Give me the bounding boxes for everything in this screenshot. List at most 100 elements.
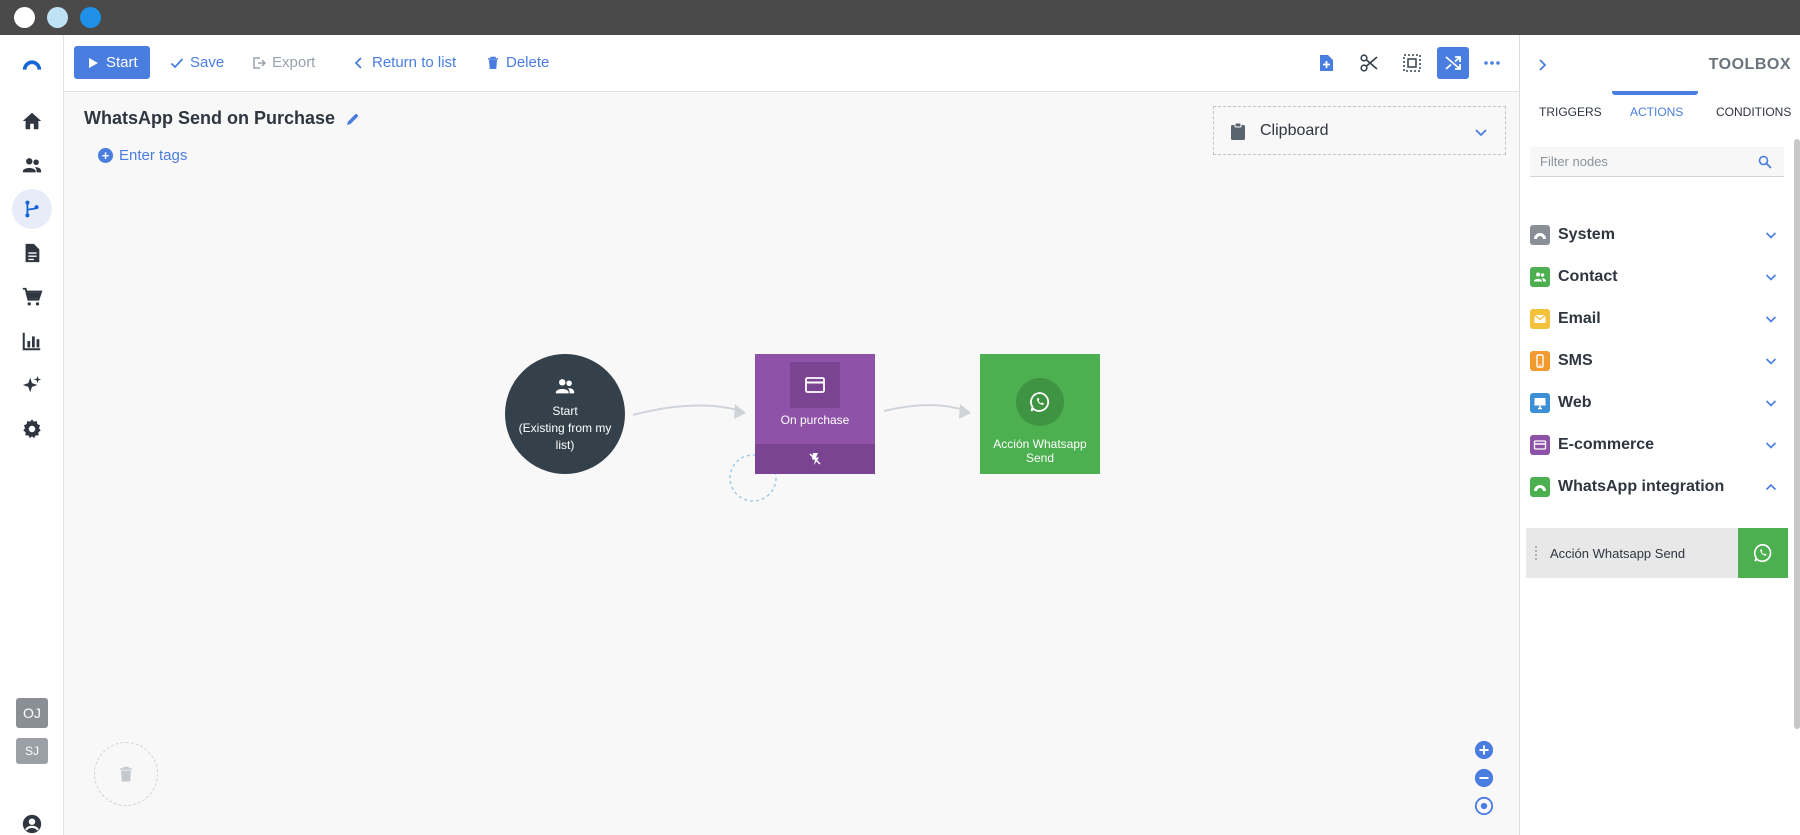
tab-actions[interactable]: ACTIONS — [1630, 95, 1683, 129]
nav-profile[interactable] — [12, 804, 52, 835]
action-item-whatsapp-send[interactable]: Acción Whatsapp Send — [1526, 528, 1788, 578]
chevron-down-icon — [1765, 400, 1777, 407]
window-titlebar — [0, 0, 1800, 35]
chevron-down-icon — [1765, 274, 1777, 281]
window-minimize-dot[interactable] — [47, 7, 68, 28]
account-badge-sj[interactable]: SJ — [16, 738, 48, 764]
connector-purchase-to-whatsapp — [883, 404, 970, 413]
edit-pencil-icon[interactable] — [345, 111, 361, 127]
cut-button[interactable] — [1353, 47, 1385, 79]
chevron-down-icon — [1765, 232, 1777, 239]
sparkle-icon — [22, 375, 42, 393]
start-button-label: Start — [106, 54, 138, 71]
shuffle-icon — [1445, 56, 1461, 70]
whatsapp-icon — [1030, 392, 1050, 412]
workflow-title-text: WhatsApp Send on Purchase — [84, 108, 336, 128]
nav-ecommerce[interactable] — [12, 277, 52, 317]
action-item-label: Acción Whatsapp Send — [1550, 545, 1686, 561]
whatsapp-icon-circle — [1016, 378, 1064, 426]
whatsapp-node-label: Acción Whatsapp Send — [993, 437, 1087, 465]
select-all-icon — [1403, 54, 1421, 72]
scissors-icon — [1360, 54, 1378, 72]
category-label: E-commerce — [1558, 436, 1655, 453]
check-icon — [170, 57, 184, 68]
purchase-node-footer — [755, 444, 875, 474]
workflow-canvas[interactable]: WhatsApp Send on Purchase + Enter tags C… — [64, 92, 1519, 835]
monitor-icon — [1530, 393, 1550, 413]
account-badge-oj[interactable]: OJ — [16, 698, 48, 728]
return-to-list-button[interactable]: Return to list — [352, 46, 456, 79]
category-whatsapp-integration[interactable]: WhatsApp integration — [1530, 467, 1786, 507]
arrowhead-whatsapp — [959, 404, 971, 419]
system-icon — [1530, 225, 1550, 245]
nav-home[interactable] — [12, 101, 52, 141]
add-node-button[interactable] — [1310, 47, 1342, 79]
integration-icon — [1530, 477, 1550, 497]
play-icon — [89, 57, 98, 68]
chevron-up-icon — [1765, 483, 1777, 491]
delete-button[interactable]: Delete — [486, 46, 549, 79]
left-sidebar: OJ SJ — [0, 35, 64, 835]
center-view-button[interactable] — [1473, 795, 1495, 817]
logo-icon — [22, 60, 42, 70]
more-options-button[interactable] — [1476, 47, 1508, 79]
zoom-out-button[interactable] — [1473, 767, 1495, 789]
drag-handle-icon[interactable] — [1534, 545, 1538, 561]
nav-documents[interactable] — [12, 233, 52, 273]
clipboard-icon — [1231, 122, 1245, 140]
chevron-left-icon — [354, 56, 362, 69]
tab-triggers[interactable]: TRIGGERS — [1539, 95, 1602, 129]
tab-conditions[interactable]: CONDITIONS — [1716, 95, 1791, 129]
nav-automation[interactable] — [12, 189, 52, 229]
workflow-title[interactable]: WhatsApp Send on Purchase — [84, 108, 361, 129]
nav-contacts[interactable] — [12, 145, 52, 185]
window-close-dot[interactable] — [14, 7, 35, 28]
filter-nodes-input[interactable] — [1540, 154, 1740, 169]
window-maximize-dot[interactable] — [80, 7, 101, 28]
add-document-icon — [1320, 55, 1333, 71]
reports-icon — [22, 332, 41, 351]
export-button[interactable]: Export — [252, 46, 315, 79]
start-button[interactable]: Start — [74, 46, 150, 79]
category-email[interactable]: Email — [1530, 299, 1786, 339]
nav-settings[interactable] — [12, 409, 52, 449]
toolbox-scrollbar[interactable] — [1794, 139, 1800, 729]
start-node[interactable]: Start (Existing from my list) — [505, 354, 625, 474]
target-icon — [1474, 796, 1494, 816]
start-node-title: Start — [552, 403, 578, 418]
category-contact[interactable]: Contact — [1530, 257, 1786, 297]
search-icon[interactable] — [1758, 155, 1772, 169]
nav-ai[interactable] — [12, 365, 52, 405]
phone-icon — [1530, 351, 1550, 371]
connector-start-to-purchase — [632, 404, 745, 416]
category-ecommerce[interactable]: E-commerce — [1530, 425, 1786, 465]
nav-reports[interactable] — [12, 321, 52, 361]
flash-off-icon[interactable] — [808, 452, 822, 466]
save-button[interactable]: Save — [170, 46, 224, 79]
export-icon — [253, 56, 266, 69]
chevron-right-icon[interactable] — [1534, 57, 1550, 73]
add-circle-icon: + — [98, 148, 113, 163]
whatsapp-send-node[interactable]: Acción Whatsapp Send — [980, 354, 1100, 474]
start-node-subtitle: (Existing from my list) — [518, 420, 612, 452]
category-web[interactable]: Web — [1530, 383, 1786, 423]
category-label: Contact — [1558, 268, 1618, 285]
zoom-in-button[interactable] — [1473, 739, 1495, 761]
trash-drop-zone[interactable] — [94, 742, 158, 806]
auto-arrange-button[interactable] — [1437, 47, 1469, 79]
category-system[interactable]: System — [1530, 215, 1786, 255]
app-logo[interactable] — [12, 45, 52, 85]
enter-tags-label: Enter tags — [119, 147, 188, 164]
more-horizontal-icon — [1484, 61, 1500, 65]
purchase-icon-box — [790, 362, 840, 408]
enter-tags-button[interactable]: + Enter tags — [98, 147, 187, 164]
on-purchase-node[interactable]: On purchase — [755, 354, 875, 474]
export-button-label: Export — [272, 54, 316, 71]
chevron-down-icon — [1475, 129, 1487, 137]
trash-icon — [488, 56, 498, 69]
category-label: Web — [1558, 394, 1592, 411]
category-sms[interactable]: SMS — [1530, 341, 1786, 381]
clipboard-dropdown[interactable]: Clipboard — [1213, 106, 1506, 155]
select-area-button[interactable] — [1396, 47, 1428, 79]
clipboard-label: Clipboard — [1260, 121, 1329, 139]
